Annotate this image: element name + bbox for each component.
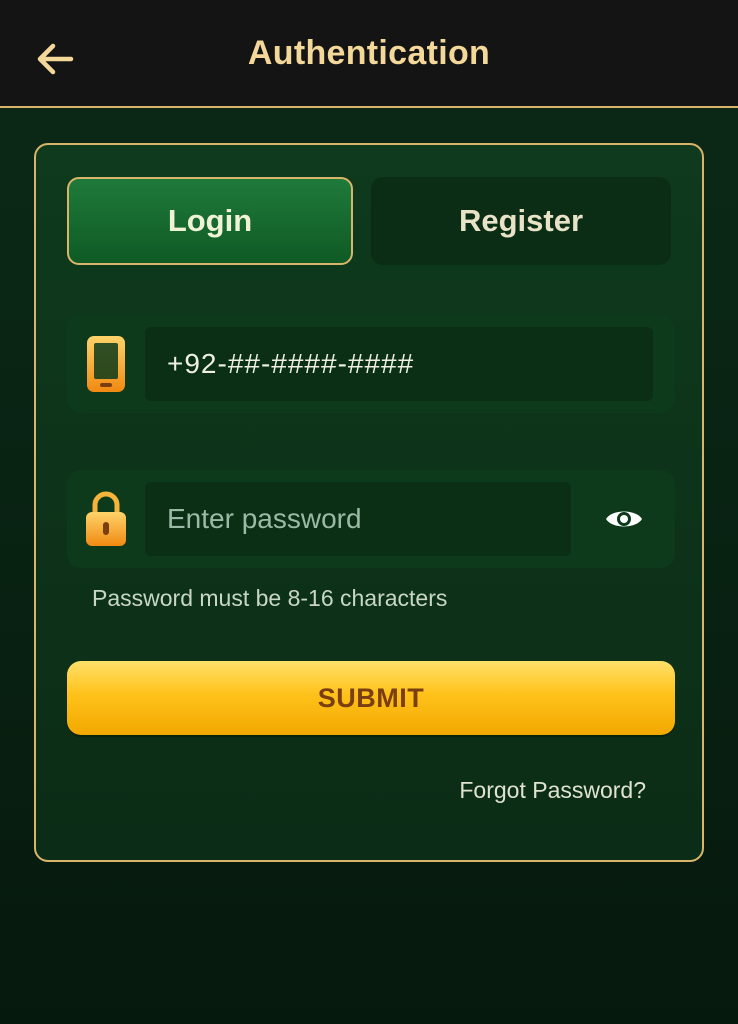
tab-login[interactable]: Login <box>67 177 353 265</box>
password-visibility-toggle[interactable] <box>603 502 645 536</box>
forgot-password-link[interactable]: Forgot Password? <box>459 777 646 804</box>
password-hint: Password must be 8-16 characters <box>92 585 448 611</box>
phone-field: +92-##-####-#### <box>67 315 675 413</box>
auth-card: Login Register +92-##-####-#### Enter pa… <box>34 143 704 862</box>
password-field: Enter password <box>67 470 675 568</box>
submit-button[interactable]: SUBMIT <box>67 661 675 735</box>
auth-page: Authentication Login Register +92-##-###… <box>0 0 738 1024</box>
phone-input[interactable]: +92-##-####-#### <box>145 327 653 401</box>
password-input[interactable]: Enter password <box>145 482 571 556</box>
eye-icon <box>606 511 642 527</box>
tab-register[interactable]: Register <box>371 177 671 265</box>
lock-icon <box>83 489 129 549</box>
mobile-phone-icon <box>83 334 129 394</box>
page-title: Authentication <box>247 34 491 72</box>
app-header: Authentication <box>0 0 738 108</box>
